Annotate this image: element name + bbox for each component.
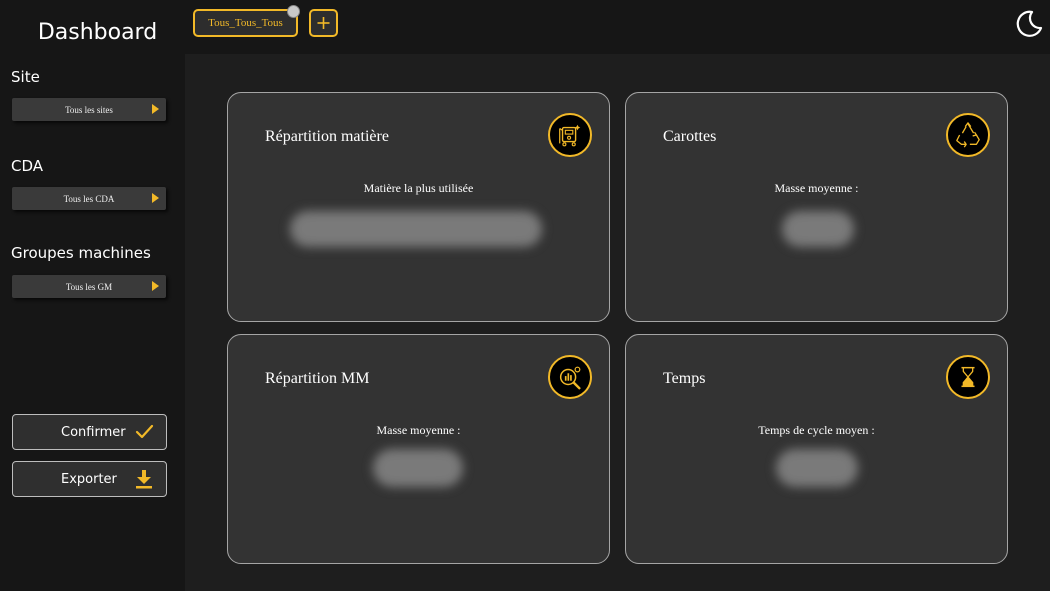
metric-label: Matière la plus utilisée [363, 181, 474, 195]
analytics-icon [548, 355, 592, 399]
redacted-value [290, 211, 542, 247]
caret-right-icon [152, 104, 159, 114]
caret-right-icon [152, 281, 159, 291]
card-title: Répartition MM [265, 370, 370, 387]
site-select[interactable]: Tous les sites [12, 98, 166, 121]
card-repartition-mm[interactable]: Répartition MM Masse moyenne : [227, 334, 610, 564]
card-title: Répartition matière [265, 128, 389, 145]
close-tab-icon[interactable] [287, 5, 300, 18]
metric-label: Masse moyenne : [774, 181, 859, 195]
gm-select-value: Tous les GM [65, 281, 113, 292]
gm-label: Groupes machines [11, 244, 151, 262]
material-icon [548, 113, 592, 157]
caret-right-icon [152, 193, 159, 203]
recycle-icon [946, 113, 990, 157]
view-tab-label: Tous_Tous_Tous [208, 17, 283, 29]
confirm-label: Confirmer [61, 425, 126, 440]
app-root: Dashboard Site Tous les sites CDA Tous l… [0, 0, 1050, 591]
cda-select[interactable]: Tous les CDA [12, 187, 166, 210]
card-repartition-matiere[interactable]: Répartition matière Matière la plus util… [227, 92, 610, 322]
redacted-value [782, 211, 854, 247]
export-button[interactable]: Exporter [12, 461, 167, 497]
card-temps[interactable]: Temps Temps de cycle moyen : [625, 334, 1008, 564]
sidebar-title: Dashboard [37, 20, 158, 45]
metric-label: Temps de cycle moyen : [758, 423, 875, 437]
cda-label: CDA [11, 157, 44, 175]
add-tab-button[interactable] [309, 9, 338, 37]
card-carottes[interactable]: Carottes Masse moyenne : [625, 92, 1008, 322]
export-label: Exporter [61, 472, 117, 487]
gm-select[interactable]: Tous les GM [12, 275, 166, 298]
view-tab[interactable]: Tous_Tous_Tous [193, 9, 298, 37]
site-select-value: Tous les sites [65, 104, 113, 115]
sidebar: Dashboard Site Tous les sites CDA Tous l… [0, 0, 185, 591]
top-bar: Tous_Tous_Tous [185, 0, 1050, 54]
checkmark-icon [135, 424, 154, 439]
card-title: Temps [663, 370, 706, 387]
moon-icon[interactable] [1013, 8, 1045, 40]
metric-label: Masse moyenne : [376, 423, 461, 437]
download-icon [136, 470, 152, 489]
redacted-value [373, 449, 463, 487]
main-content: Répartition matière Matière la plus util… [185, 54, 1050, 591]
site-label: Site [11, 68, 40, 86]
hourglass-icon [946, 355, 990, 399]
card-title: Carottes [663, 128, 717, 145]
plus-icon [317, 17, 330, 29]
confirm-button[interactable]: Confirmer [12, 414, 167, 450]
cda-select-value: Tous les CDA [63, 193, 115, 204]
redacted-value [776, 449, 858, 487]
